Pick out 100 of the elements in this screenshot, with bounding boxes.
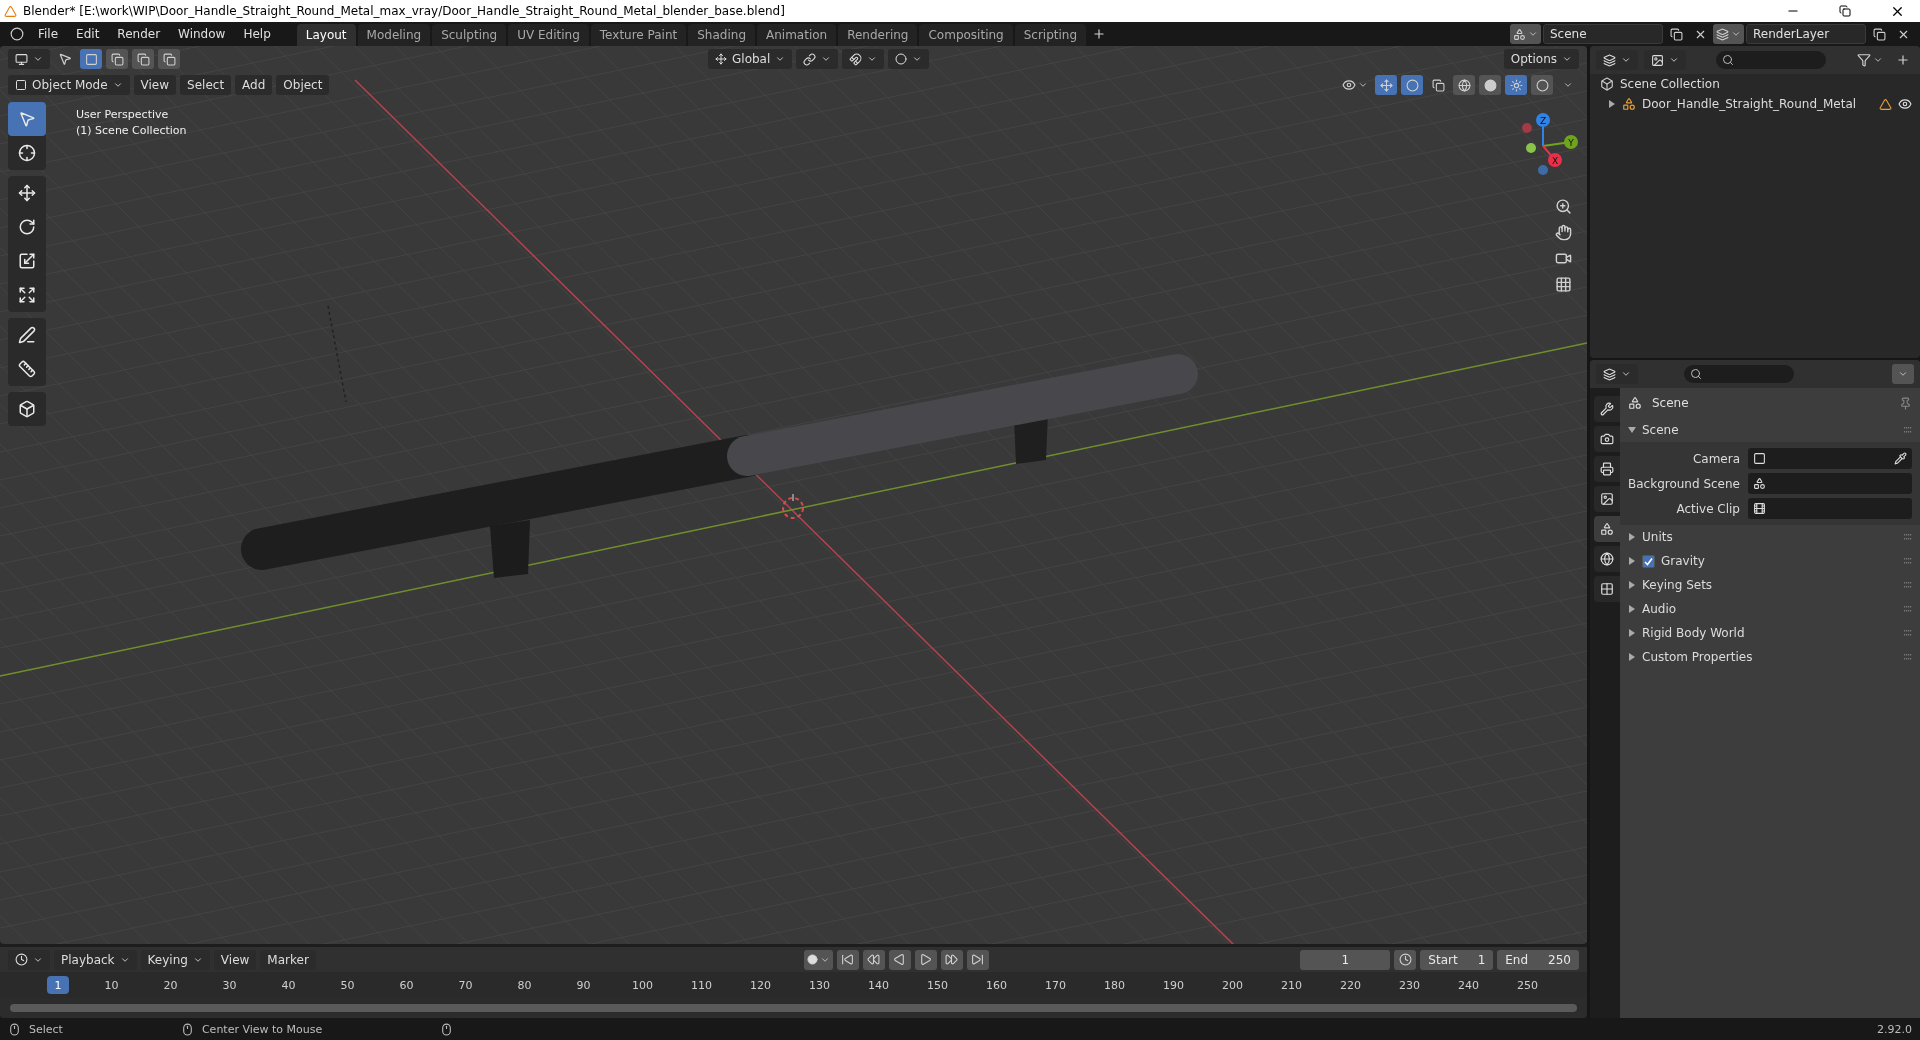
disclosure-triangle-icon[interactable] [1628, 605, 1636, 613]
editor-type-button[interactable] [8, 49, 50, 69]
workspace-tab[interactable]: Compositing [919, 24, 1013, 46]
timeline-menu-item[interactable]: View [213, 949, 257, 970]
panel-header[interactable]: Units [1620, 525, 1920, 549]
properties-tab[interactable] [1594, 456, 1620, 482]
play-reverse-button[interactable] [888, 949, 911, 970]
disclosure-triangle-icon[interactable] [1628, 426, 1636, 434]
workspace-tab[interactable]: Animation [757, 24, 837, 46]
layers-icon [1603, 367, 1616, 381]
panel-header[interactable]: Audio [1620, 597, 1920, 621]
pivot-dropdown[interactable] [796, 49, 839, 69]
scrollbar[interactable] [10, 1004, 1577, 1012]
chevron-down-icon [775, 54, 786, 64]
view-menu-item[interactable]: View [133, 75, 177, 95]
menu-item[interactable]: File [30, 25, 67, 43]
workspace-tab[interactable]: Layout [296, 24, 356, 46]
panel-header[interactable]: Keying Sets [1620, 573, 1920, 597]
menu-item[interactable]: Help [235, 25, 279, 43]
view-menu-item[interactable]: Add [235, 75, 273, 95]
scene-field[interactable]: Scene [1543, 24, 1663, 44]
pointer-icon [58, 52, 72, 66]
transform-orientation-dropdown[interactable]: Global [708, 49, 793, 69]
properties-tab[interactable] [1594, 396, 1620, 422]
proportional-edit-dropdown[interactable] [888, 49, 930, 69]
extend-selection-button[interactable] [106, 49, 128, 69]
current-frame-field[interactable]: 1 [1300, 949, 1391, 970]
data-block-field[interactable] [1748, 498, 1912, 519]
view-layer-browse-button[interactable] [1713, 24, 1744, 44]
disclosure-triangle-icon[interactable] [1628, 533, 1636, 541]
timeline-menu-item[interactable]: Marker [260, 949, 316, 970]
square-icon [15, 79, 27, 91]
display-mode-button[interactable] [1596, 50, 1638, 70]
timeline-menu-item[interactable]: Keying [140, 949, 210, 970]
workspace-tab[interactable]: Shading [688, 24, 755, 46]
scene-browse-button[interactable] [1510, 24, 1541, 44]
properties-tab[interactable] [1594, 516, 1620, 542]
panel-header[interactable]: Rigid Body World [1620, 621, 1920, 645]
disclosure-triangle-icon[interactable] [1608, 100, 1616, 108]
menu-item[interactable]: Edit [68, 25, 108, 43]
subtract-selection-button[interactable] [132, 49, 154, 69]
workspace-tab[interactable]: UV Editing [508, 24, 589, 46]
editor-type-button[interactable] [1596, 364, 1638, 384]
new-selection-button[interactable] [80, 49, 102, 69]
properties-tab[interactable] [1594, 426, 1620, 452]
view-layer-button[interactable] [1644, 50, 1686, 70]
disclosure-triangle-icon[interactable] [1628, 557, 1636, 565]
outliner-item[interactable]: Door_Handle_Straight_Round_Metal [1642, 97, 1873, 111]
workspace-tab[interactable]: Texture Paint [590, 24, 687, 46]
view-menu-item[interactable]: Select [180, 75, 232, 95]
next-keyframe-button[interactable] [940, 949, 963, 970]
stopwatch-button[interactable] [1394, 949, 1417, 970]
menu-item[interactable]: Render [109, 25, 169, 43]
panel-header[interactable]: Custom Properties [1620, 645, 1920, 669]
playhead[interactable]: 1 [47, 976, 69, 994]
view-layer-field[interactable]: RenderLayer [1746, 24, 1866, 44]
prev-keyframe-button[interactable] [862, 949, 885, 970]
start-frame-field[interactable]: Start 1 [1420, 949, 1494, 970]
search-field[interactable] [1716, 51, 1826, 69]
jump-start-button[interactable] [836, 949, 859, 970]
properties-tab[interactable] [1594, 576, 1620, 602]
workspace-tab[interactable]: Sculpting [432, 24, 507, 46]
panel-header[interactable]: Scene [1620, 418, 1920, 442]
properties-tab[interactable] [1594, 546, 1620, 572]
navigation-gizmo[interactable]: Z Y X [1522, 113, 1578, 175]
panel-header[interactable]: Gravity [1620, 549, 1920, 573]
gizmo-toggle[interactable] [1375, 75, 1397, 95]
solid-shading-button[interactable] [1479, 75, 1501, 95]
disclosure-triangle-icon[interactable] [1628, 653, 1636, 661]
options-dropdown[interactable]: Options [1503, 49, 1579, 69]
wireframe-shading-button[interactable] [1453, 75, 1475, 95]
disclosure-triangle-icon[interactable] [1628, 581, 1636, 589]
workspace-tab[interactable]: Modeling [357, 24, 431, 46]
search-field[interactable] [1684, 365, 1794, 383]
workspace-tab[interactable]: Rendering [838, 24, 918, 46]
jump-end-button[interactable] [966, 949, 989, 970]
link-icon [803, 52, 817, 66]
view-menu-item[interactable]: Object [276, 75, 330, 95]
grid-icon [1555, 275, 1572, 293]
properties-tab[interactable] [1594, 486, 1620, 512]
editor-type-button[interactable] [8, 949, 50, 970]
rendered-shading-button[interactable] [1531, 75, 1553, 95]
data-block-field[interactable] [1748, 448, 1912, 469]
workspace-tab[interactable]: Scripting [1014, 24, 1087, 46]
data-block-field[interactable] [1748, 473, 1912, 494]
mode-dropdown[interactable]: Object Mode [8, 75, 130, 95]
record-button[interactable] [803, 949, 833, 970]
outliner-item[interactable]: Scene Collection [1620, 77, 1720, 91]
menu-item[interactable]: Window [170, 25, 234, 43]
material-shading-button[interactable] [1505, 75, 1527, 95]
play-button[interactable] [914, 949, 937, 970]
snap-dropdown[interactable] [842, 49, 885, 69]
invert-selection-button[interactable] [158, 49, 180, 69]
disclosure-triangle-icon[interactable] [1628, 629, 1636, 637]
end-frame-field[interactable]: End 250 [1497, 949, 1579, 970]
checkbox[interactable] [1642, 554, 1655, 568]
clock-icon [15, 953, 28, 966]
timeline-menu-item[interactable]: Playback [54, 949, 137, 970]
overlay-toggle[interactable] [1401, 75, 1423, 95]
3d-viewport[interactable]: Global Options Object Mode View Select Add Object User Perspective (1) Scene Collection Z Y X [0, 46, 1587, 944]
